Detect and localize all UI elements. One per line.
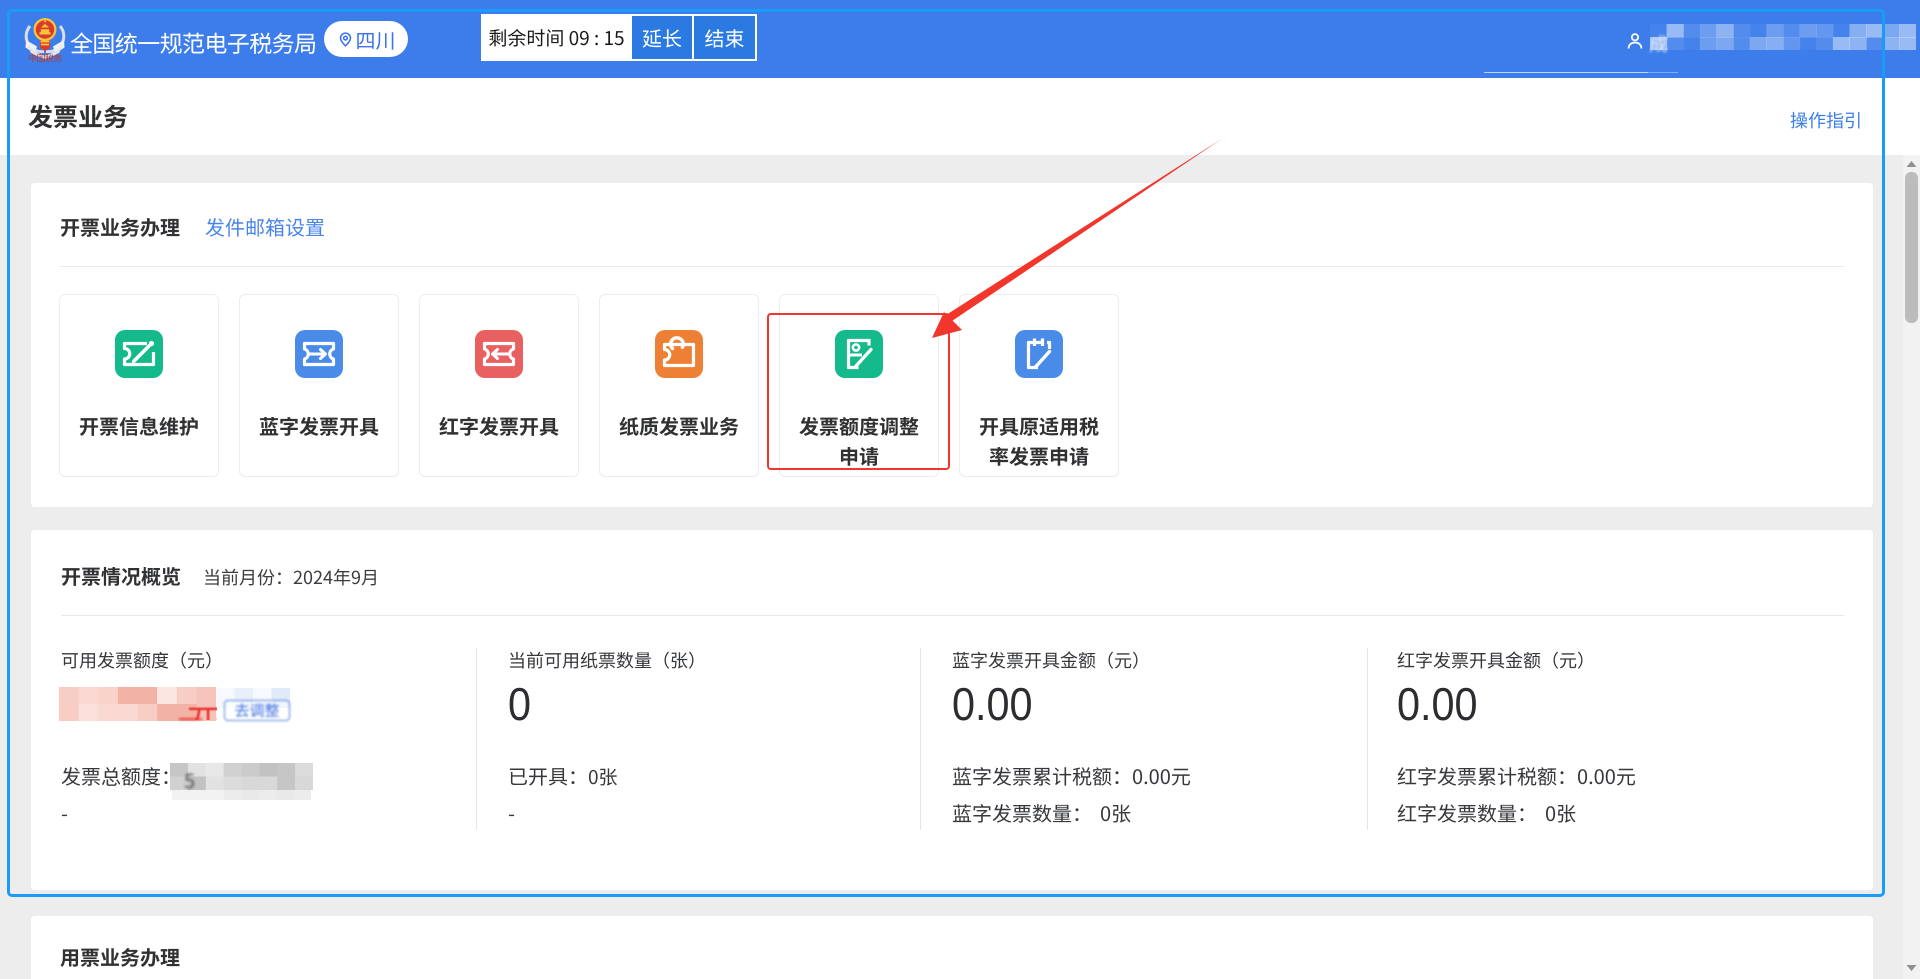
- svg-text:中国税务: 中国税务: [28, 52, 63, 64]
